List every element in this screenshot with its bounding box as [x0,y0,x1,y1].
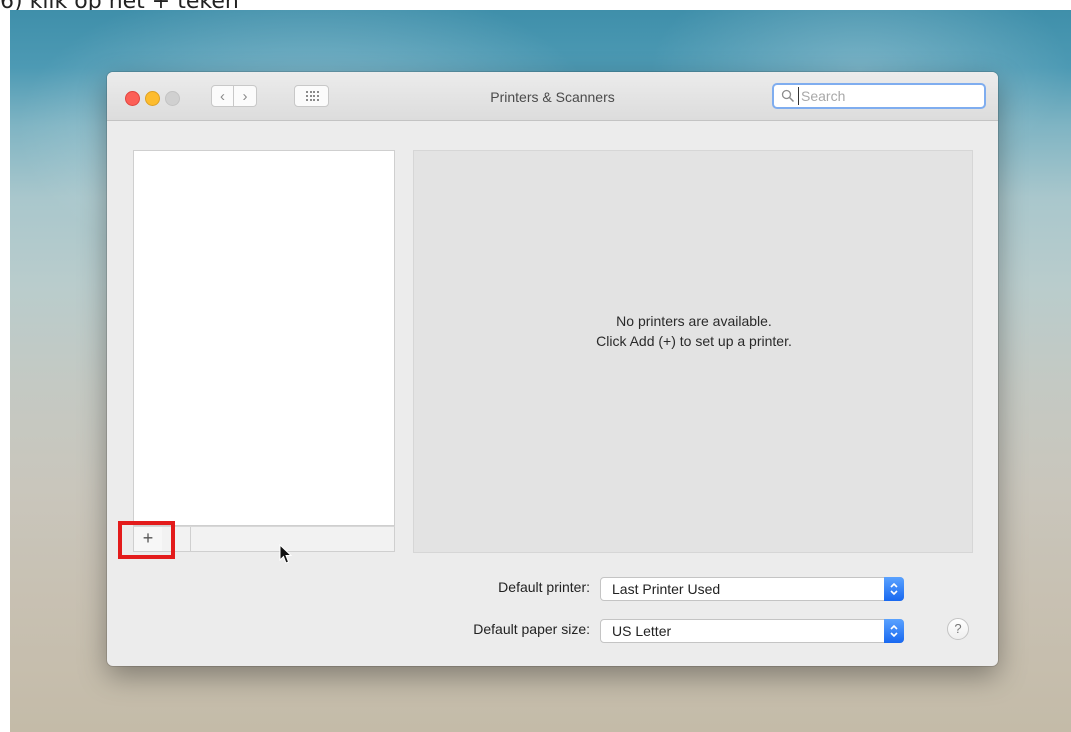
search-input[interactable] [798,87,981,105]
popup-arrows-icon [884,577,904,601]
add-printer-button[interactable]: + [134,527,163,551]
mouse-pointer-icon [279,544,293,564]
title-bar: ‹ › Printers & Scanners [107,72,998,121]
default-paper-size-label: Default paper size: [473,621,590,637]
remove-printer-button[interactable] [162,527,191,551]
empty-state-line-2: Click Add (+) to set up a printer. [596,333,792,349]
printers-scanners-window: ‹ › Printers & Scanners Search + No prin… [107,72,998,666]
default-printer-value: Last Printer Used [612,581,721,597]
search-field[interactable] [772,83,986,109]
printer-detail-panel: No printers are available. Click Add (+)… [413,150,973,553]
popup-arrows-icon [884,619,904,643]
default-paper-size-value: US Letter [612,623,672,639]
printer-list[interactable] [133,150,395,526]
default-printer-label: Default printer: [498,579,590,595]
empty-state-line-1: No printers are available. [616,313,772,329]
search-icon [781,89,795,103]
help-button[interactable]: ? [947,618,969,640]
default-paper-size-popup[interactable]: US Letter [600,619,904,643]
desktop-background: ‹ › Printers & Scanners Search + No prin… [10,10,1071,732]
printer-list-toolbar: + [133,526,395,552]
default-printer-popup[interactable]: Last Printer Used [600,577,904,601]
empty-state-message: No printers are available. Click Add (+)… [414,311,974,351]
